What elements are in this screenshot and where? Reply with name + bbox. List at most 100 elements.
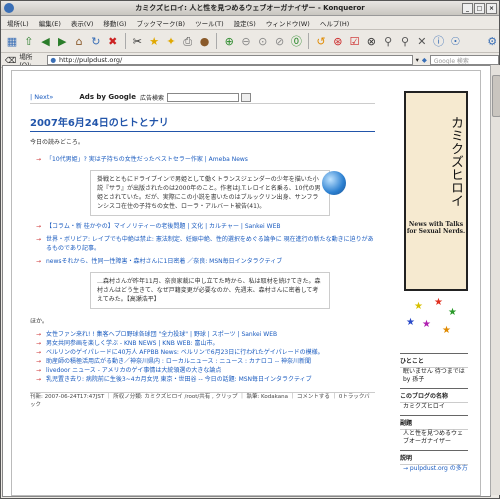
list-item: 「10代男姫」? 実は子持ちの女性だったベストセラー作家 | Ameba New… — [30, 155, 375, 164]
ad-search-label: 広告検索 — [139, 94, 164, 102]
bookmark-star-icon[interactable]: ★ — [147, 33, 161, 49]
article-link[interactable]: 女性ファン来れ! ! 集客へプロ野球各球団 "全力投球" | 野球 | スポーツ… — [46, 331, 277, 338]
konqueror-logo-icon[interactable]: ⚙ — [485, 33, 499, 49]
sidebar-text: 眠いません 待つまでは by 孫子 — [403, 368, 465, 383]
list-item: livedoor ニュース - アメリカのゲイ事情は大統領選の大きな論点 — [30, 366, 375, 375]
logo-title: カミクズヒロイ — [448, 115, 463, 207]
star-icon: ★ — [434, 297, 443, 308]
url-dropdown-icon[interactable]: ▾ — [416, 56, 419, 64]
web-search-field[interactable]: Google 検索 — [429, 55, 500, 65]
sidebar-link[interactable]: → pulpdust.org の多方 — [400, 465, 468, 473]
post-title[interactable]: 2007年6月24日のヒトとナリ — [30, 114, 375, 132]
star-icon: ★ — [422, 319, 431, 330]
url-field[interactable]: ● http://pulpdust.org/ — [47, 55, 413, 65]
menu-settings[interactable]: 設定(S) — [234, 18, 256, 28]
split-view-icon[interactable]: ▦ — [5, 33, 19, 49]
maximize-button[interactable]: □ — [474, 3, 485, 14]
toolbar-separator — [124, 33, 126, 49]
logo-subtitle: News with Talks for Sexual Nerds. — [406, 221, 466, 235]
article-link[interactable]: ベルリンのゲイパレードに40万人 AFPBB News: ベルリンで6月23日に… — [46, 349, 324, 356]
close-window-button[interactable]: × — [486, 3, 497, 14]
menu-help[interactable]: ヘルプ(H) — [320, 18, 349, 28]
sidebar-text: カミクズヒロイ — [403, 403, 445, 410]
web-content-area[interactable]: | Next» Ads by Google 広告検索 2007年6月24日のヒト… — [2, 65, 491, 497]
help-icon[interactable]: ⓘ — [432, 33, 446, 49]
blog-page: | Next» Ads by Google 広告検索 2007年6月24日のヒト… — [11, 70, 481, 496]
pin-icon[interactable]: ⚲ — [381, 33, 395, 49]
history-icon[interactable]: ↺ — [314, 33, 328, 49]
list-item: ベルリンのゲイパレードに40万人 AFPBB News: ベルリンで6月23日に… — [30, 348, 375, 357]
list-item: newsそれから、性同一性障害・森村さんに1日密着 ／奈良: MSN毎日インタラ… — [30, 257, 375, 266]
menu-edit[interactable]: 編集(E) — [39, 18, 61, 28]
menu-tools[interactable]: ツール(T) — [195, 18, 224, 28]
zoom-reset-icon[interactable]: ⊙ — [256, 33, 270, 49]
list-item: 女性ファン来れ! ! 集客へプロ野球各球団 "全力投球" | 野球 | スポーツ… — [30, 330, 375, 339]
star-icon: ★ — [414, 301, 423, 312]
blockquote: …森村さんが昨年11月、奈良家裁に申し立てた時から、私は取材を続けてきた。森村さ… — [90, 272, 330, 309]
menu-view[interactable]: 表示(V) — [71, 18, 94, 28]
sidebar-heading: 説明 — [400, 450, 468, 465]
ad-search-button[interactable] — [240, 92, 251, 102]
binoculars-icon[interactable]: ⊗ — [365, 33, 379, 49]
back-icon[interactable]: ◀ — [39, 33, 53, 49]
article-link[interactable]: 乳児置き去り: 病院前に生後3~4カ月女児 東京・世田谷 -- 今日の話題: M… — [46, 376, 312, 383]
cut-icon[interactable]: ✂ — [130, 33, 144, 49]
scrollbar-thumb[interactable] — [492, 75, 500, 117]
minimize-button[interactable]: _ — [462, 3, 473, 14]
star-icon: ★ — [448, 307, 457, 318]
list-item: 【コラム・新 桂かやの】マイノリティーの老後問題 | 文化 | カルチャー | … — [30, 222, 375, 231]
article-link[interactable]: livedoor ニュース - アメリカのゲイ事情は大統領選の大きな論点 — [46, 367, 221, 374]
ad-search-input[interactable] — [166, 92, 239, 102]
stop-icon[interactable]: ✖ — [106, 33, 120, 49]
sidebar-text: 人と性を見つめるウェブオーガナイザー — [403, 430, 464, 445]
konqueror-app-icon[interactable] — [4, 3, 14, 13]
sidebar-heading: このブログの名称 — [400, 388, 468, 403]
article-link[interactable]: 世界・ボリビア: レイプでも中絶は禁止: 憲法制定、妊娠中絶、性的選択をめぐる論… — [46, 236, 374, 252]
main-column: | Next» Ads by Google 広告検索 2007年6月24日のヒト… — [30, 91, 375, 409]
go-icon[interactable]: ◆ — [422, 56, 427, 64]
info-icon[interactable]: ⓪ — [289, 33, 303, 49]
hat-icon[interactable]: ● — [198, 33, 212, 49]
article-link[interactable]: 「10代男姫」? 実は子持ちの女性だったベストセラー作家 | Ameba New… — [46, 156, 248, 163]
list-item: 乳児置き去り: 病院前に生後3~4カ月女児 東京・世田谷 -- 今日の話題: M… — [30, 375, 375, 384]
article-link[interactable]: 【コラム・新 桂かやの】マイノリティーの老後問題 | 文化 | カルチャー | … — [46, 223, 280, 230]
search-icon[interactable]: ⚲ — [398, 33, 412, 49]
menu-go[interactable]: 移動(G) — [103, 18, 126, 28]
article-link[interactable]: 男女共同参画を楽しく学ぶ - KNB NEWS | KNB WEB: 富山市。 — [46, 340, 219, 347]
print-icon[interactable]: ⎙ — [181, 33, 195, 49]
menu-window[interactable]: ウィンドウ(W) — [266, 18, 310, 28]
find-icon[interactable]: ⊘ — [273, 33, 287, 49]
clear-location-icon[interactable]: ⌫ — [5, 56, 16, 65]
toolbar-separator — [216, 33, 218, 49]
article-link[interactable]: newsそれから、性同一性障害・森村さんに1日密着 ／奈良: MSN毎日インタラ… — [46, 258, 282, 265]
menu-bookmarks[interactable]: ブックマーク(B) — [137, 18, 186, 28]
ads-by-google[interactable]: Ads by Google — [79, 93, 136, 101]
sidebar: カミクズヒロイ News with Talks for Sexual Nerds… — [400, 91, 468, 473]
site-logo[interactable]: カミクズヒロイ News with Talks for Sexual Nerds… — [404, 91, 468, 291]
close-tab-icon[interactable]: ✕ — [415, 33, 429, 49]
vertical-scrollbar[interactable] — [490, 65, 500, 495]
zoom-in-icon[interactable]: ⊕ — [222, 33, 236, 49]
title-bar: カミクズヒロイ: 人と性を見つめるウェブオーガナイザー - Konqueror … — [1, 1, 499, 16]
menu-bar: 場所(L) 編集(E) 表示(V) 移動(G) ブックマーク(B) ツール(T)… — [1, 16, 499, 30]
globe-icon — [322, 171, 346, 195]
article-link[interactable]: 助産師の積極活用広がる動き／神奈川県内 : ローカルニュース : ニュース : … — [46, 358, 311, 365]
list-item: 男女共同参画を楽しく学ぶ - KNB NEWS | KNB WEB: 富山市。 — [30, 339, 375, 348]
url-text: http://pulpdust.org/ — [59, 56, 123, 64]
main-toolbar: ▦ ⇧ ◀ ▶ ⌂ ↻ ✖ ✂ ★ ✦ ⎙ ● ⊕ ⊖ ⊙ ⊘ ⓪ ↺ ⊛ ☑ … — [1, 30, 499, 53]
menu-location[interactable]: 場所(L) — [7, 18, 29, 28]
reload-icon[interactable]: ↻ — [89, 33, 103, 49]
checklist-icon[interactable]: ☑ — [348, 33, 362, 49]
star-icon: ★ — [442, 325, 451, 336]
settings-icon[interactable]: ☉ — [449, 33, 463, 49]
forward-icon[interactable]: ▶ — [55, 33, 69, 49]
security-icon[interactable]: ⊛ — [331, 33, 345, 49]
post-others-label: ほか。 — [30, 318, 48, 325]
sidebar-heading: 副題 — [400, 415, 468, 430]
toolbar-separator — [308, 33, 310, 49]
next-link[interactable]: | Next» — [30, 93, 53, 101]
bookmark-icon[interactable]: ✦ — [164, 33, 178, 49]
zoom-out-icon[interactable]: ⊖ — [239, 33, 253, 49]
home-icon[interactable]: ⌂ — [72, 33, 86, 49]
up-icon[interactable]: ⇧ — [22, 33, 36, 49]
